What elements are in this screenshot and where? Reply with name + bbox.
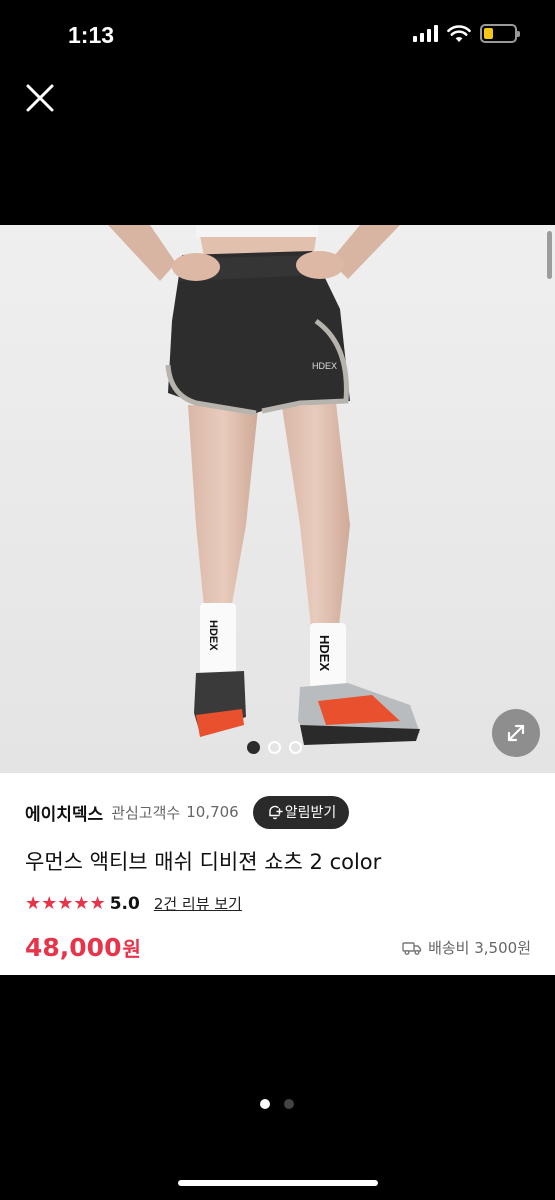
product-photo[interactable]: HDEX HDEX HDEX [0, 225, 555, 773]
close-button[interactable] [22, 80, 58, 116]
review-link[interactable]: 2건 리뷰 보기 [154, 893, 242, 914]
price-row: 48,000원 배송비 3,500원 [25, 933, 531, 962]
brand-name[interactable]: 에이치덱스 [25, 800, 103, 825]
close-icon [26, 84, 54, 112]
svg-text:HDEX: HDEX [317, 635, 332, 671]
svg-text:HDEX: HDEX [312, 361, 337, 371]
status-icons [413, 24, 520, 43]
image-dot[interactable] [289, 741, 302, 754]
product-viewer: HDEX HDEX HDEX 에이치덱스 관심고객수 10,706 알림받기 우… [0, 225, 555, 975]
price-unit: 원 [122, 937, 141, 961]
image-scrollbar[interactable] [547, 231, 552, 279]
home-indicator[interactable] [178, 1180, 378, 1186]
rating-stars: ★★★★★ [25, 893, 106, 914]
expand-button[interactable] [492, 709, 540, 757]
product-title: 우먼스 액티브 매쉬 디비젼 쇼츠 2 color [25, 850, 382, 874]
price: 48,000 [25, 933, 122, 962]
alert-button-label: 알림받기 [284, 805, 337, 821]
model-shorts-illustration: HDEX HDEX HDEX [0, 225, 555, 773]
svg-text:HDEX: HDEX [207, 620, 219, 651]
rating-row: ★★★★★ 5.0 2건 리뷰 보기 [25, 893, 242, 914]
watch-count: 10,706 [186, 803, 239, 821]
rating-score: 5.0 [109, 893, 140, 914]
bell-plus-icon [269, 805, 283, 820]
page-pagination [260, 1099, 294, 1109]
brand-row: 에이치덱스 관심고객수 10,706 알림받기 [25, 795, 535, 829]
expand-icon [507, 724, 525, 742]
watch-label: 관심고객수 [111, 803, 181, 822]
image-dot[interactable] [247, 741, 260, 754]
alert-button[interactable]: 알림받기 [252, 795, 350, 829]
truck-icon [402, 941, 422, 955]
signal-icon [413, 25, 438, 42]
price-block: 48,000원 [25, 933, 141, 962]
shipping-fee: 배송비 3,500원 [428, 939, 531, 957]
image-pagination [247, 741, 302, 754]
image-dot[interactable] [268, 741, 281, 754]
battery-icon [480, 24, 520, 43]
status-bar: 1:13 [0, 0, 555, 70]
product-info: 에이치덱스 관심고객수 10,706 알림받기 우먼스 액티브 매쉬 디비젼 쇼… [0, 773, 555, 975]
shipping-info: 배송비 3,500원 [402, 937, 531, 958]
status-time: 1:13 [68, 22, 115, 48]
battery-level [484, 28, 493, 39]
wifi-icon [447, 24, 471, 42]
page-dot[interactable] [260, 1099, 270, 1109]
page-dot[interactable] [284, 1099, 294, 1109]
